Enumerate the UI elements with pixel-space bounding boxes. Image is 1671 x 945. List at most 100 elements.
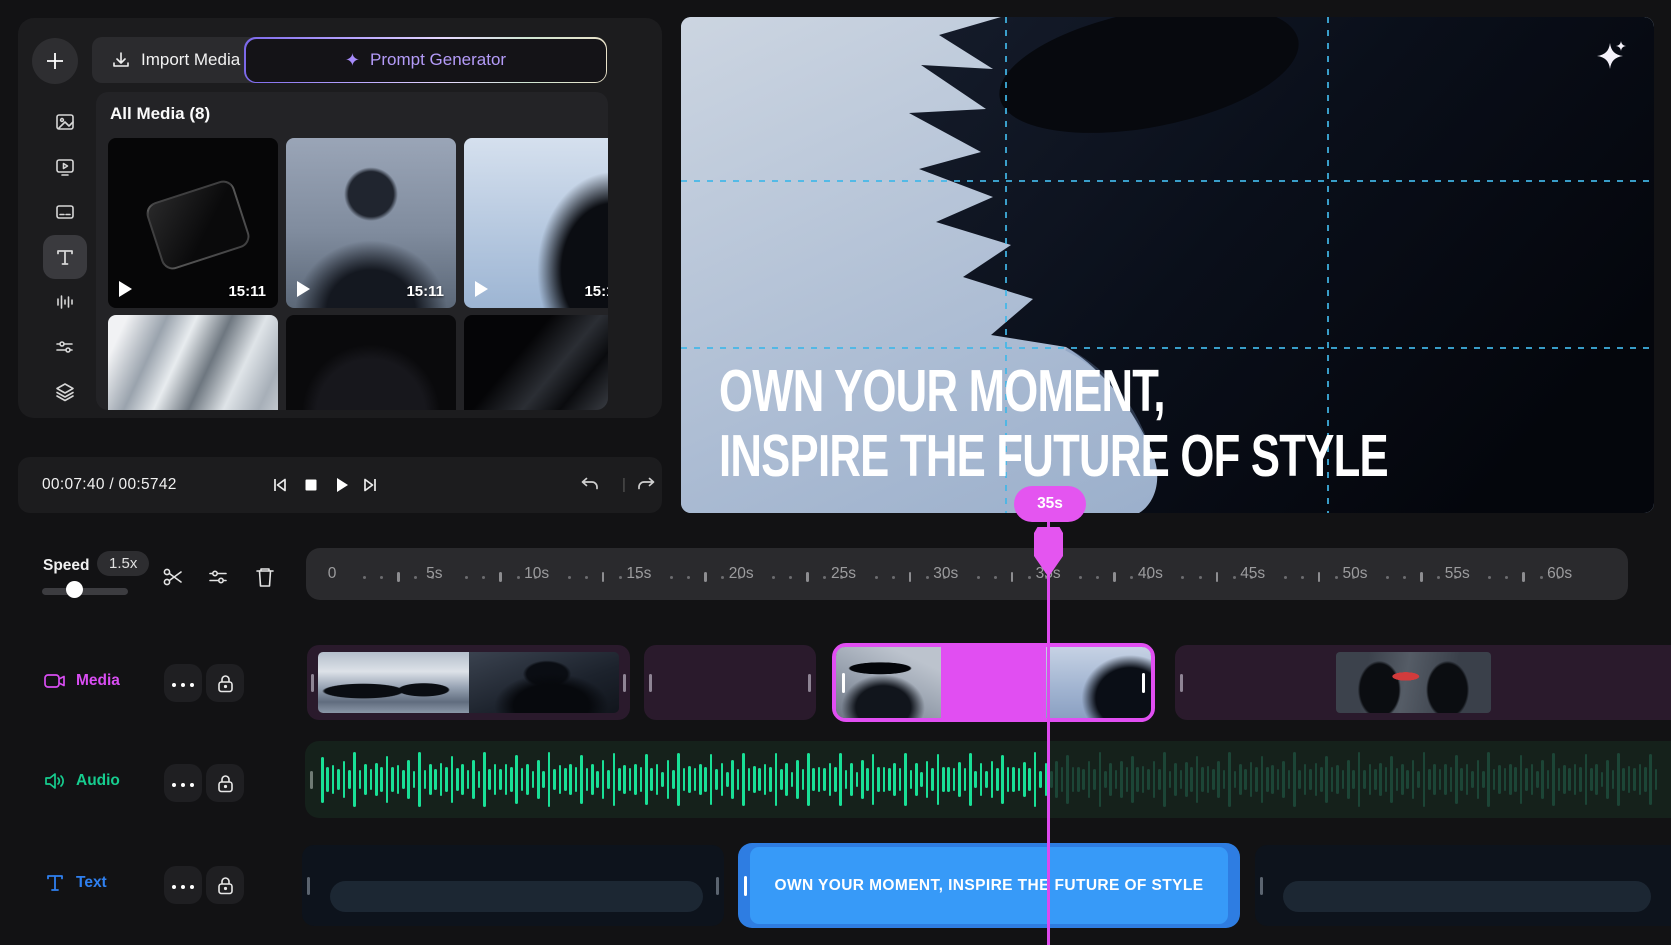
- timeline-ruler[interactable]: 05s10s15s20s25s30s35s40s45s50s55s60s: [306, 548, 1628, 600]
- playhead-time-badge[interactable]: 35s: [1014, 486, 1086, 522]
- preview-caption[interactable]: OWN YOUR MOMENT, INSPIRE THE FUTURE OF S…: [719, 359, 1623, 489]
- media-track-lock-button[interactable]: [206, 664, 244, 702]
- text-track-icon: [45, 872, 65, 894]
- waveform-bar: [731, 760, 734, 799]
- media-track-more-button[interactable]: [164, 664, 202, 702]
- ruler-tick: [380, 576, 383, 579]
- waveform-bar: [575, 767, 578, 793]
- waveform-bar: [926, 761, 929, 799]
- download-icon: [112, 51, 130, 69]
- audio-clip[interactable]: [305, 741, 1671, 818]
- skip-back-button[interactable]: [266, 471, 294, 499]
- waveform-bar: [1325, 756, 1328, 803]
- stop-button[interactable]: [297, 471, 325, 499]
- waveform-bar: [402, 770, 405, 789]
- rail-item-captions[interactable]: [43, 190, 87, 234]
- two-models-thumb: [1336, 652, 1491, 713]
- trim-handle-right[interactable]: [808, 674, 811, 692]
- rail-item-video[interactable]: [43, 145, 87, 189]
- delete-button[interactable]: [250, 562, 280, 592]
- ruler-tick: [499, 572, 502, 582]
- text-track-lock-button[interactable]: [206, 866, 244, 904]
- magic-sparkle-icon[interactable]: [1596, 39, 1628, 71]
- import-media-button[interactable]: Import Media: [92, 37, 260, 83]
- adjust-button[interactable]: [203, 562, 233, 592]
- text-track-more-button[interactable]: [164, 866, 202, 904]
- trim-handle-left[interactable]: [744, 876, 747, 896]
- trim-handle-left[interactable]: [842, 673, 845, 693]
- split-button[interactable]: [158, 562, 188, 592]
- waveform-bar: [1487, 752, 1490, 806]
- waveform-bar: [1649, 754, 1652, 805]
- ruler-tick: [1522, 572, 1525, 582]
- media-clip-3-selected[interactable]: [832, 643, 1155, 722]
- waveform-bar: [883, 767, 886, 792]
- text-track-header: Text: [45, 872, 107, 894]
- ruler-tick: [721, 576, 724, 579]
- waveform-bar: [1536, 771, 1539, 788]
- divider: |: [622, 476, 626, 493]
- redo-button[interactable]: [632, 471, 660, 499]
- waveform-bar: [910, 770, 913, 789]
- text-clip-1[interactable]: [302, 845, 724, 926]
- waveform-bar: [1574, 764, 1577, 794]
- waveform-bar: [1315, 763, 1318, 797]
- trim-handle-left[interactable]: [1260, 877, 1263, 895]
- skip-forward-button[interactable]: [356, 471, 384, 499]
- rail-item-audio[interactable]: [43, 280, 87, 324]
- play-button[interactable]: [328, 471, 356, 499]
- library-thumb-portrait[interactable]: 15:11: [286, 138, 456, 308]
- trim-handle-right[interactable]: [1142, 673, 1145, 693]
- library-thumb-esc-keycap[interactable]: 15:11: [108, 138, 278, 308]
- playhead-line[interactable]: [1047, 519, 1050, 945]
- audio-waveform: [305, 741, 1671, 818]
- waveform-bar: [1417, 771, 1420, 788]
- sliders-icon: [54, 336, 76, 358]
- waveform-bar: [683, 768, 686, 791]
- text-clip-3[interactable]: [1255, 845, 1671, 926]
- ruler-label-40s: 40s: [1138, 565, 1163, 583]
- trim-handle-left[interactable]: [649, 674, 652, 692]
- rail-item-layers[interactable]: [43, 370, 87, 414]
- library-thumb-vr-headset[interactable]: 15:11: [464, 138, 608, 308]
- trim-handle-left[interactable]: [1180, 674, 1183, 692]
- media-clip-1[interactable]: [307, 645, 630, 720]
- waveform-bar: [1142, 766, 1145, 793]
- preview-canvas[interactable]: OWN YOUR MOMENT, INSPIRE THE FUTURE OF S…: [681, 17, 1654, 513]
- playback-bar: 00:07:40 / 00:5742 |: [18, 457, 662, 513]
- library-thumb-dark-chrome[interactable]: [464, 315, 608, 410]
- rail-item-text[interactable]: [43, 235, 87, 279]
- sunglasses-man-thumb: [836, 647, 941, 718]
- library-thumb-liquid-chrome[interactable]: [108, 315, 278, 410]
- waveform-bar: [1390, 756, 1393, 804]
- speed-value-badge[interactable]: 1.5x: [97, 551, 149, 576]
- waveform-bar: [964, 768, 967, 791]
- trim-handle-right[interactable]: [716, 877, 719, 895]
- rail-item-adjust[interactable]: [43, 325, 87, 369]
- add-button[interactable]: [32, 38, 78, 84]
- waveform-bar: [548, 752, 551, 806]
- media-clip-4[interactable]: [1175, 645, 1671, 720]
- waveform-bar: [915, 763, 918, 796]
- trim-handle-right[interactable]: [623, 674, 626, 692]
- lock-icon: [217, 774, 234, 793]
- waveform-bar: [1288, 770, 1291, 789]
- sparkle-icon: ✦: [345, 50, 360, 71]
- waveform-bar: [1066, 755, 1069, 804]
- text-placeholder-pill: [330, 881, 703, 912]
- prompt-generator-button[interactable]: ✦ Prompt Generator: [244, 37, 607, 83]
- trim-handle-left[interactable]: [311, 674, 314, 692]
- trim-handle-left[interactable]: [307, 877, 310, 895]
- media-clip-2[interactable]: [644, 645, 816, 720]
- speed-slider[interactable]: [42, 588, 128, 595]
- ruler-label-5s: 5s: [426, 565, 442, 583]
- audio-track-more-button[interactable]: [164, 764, 202, 802]
- waveform-bar: [1234, 771, 1237, 789]
- text-clip-2-active[interactable]: OWN YOUR MOMENT, INSPIRE THE FUTURE OF S…: [738, 843, 1240, 928]
- ruler-tick: [363, 576, 366, 579]
- undo-button[interactable]: [576, 471, 604, 499]
- rail-item-images[interactable]: [43, 100, 87, 144]
- speed-slider-thumb[interactable]: [66, 581, 83, 598]
- library-thumb-helmet[interactable]: [286, 315, 456, 410]
- audio-track-lock-button[interactable]: [206, 764, 244, 802]
